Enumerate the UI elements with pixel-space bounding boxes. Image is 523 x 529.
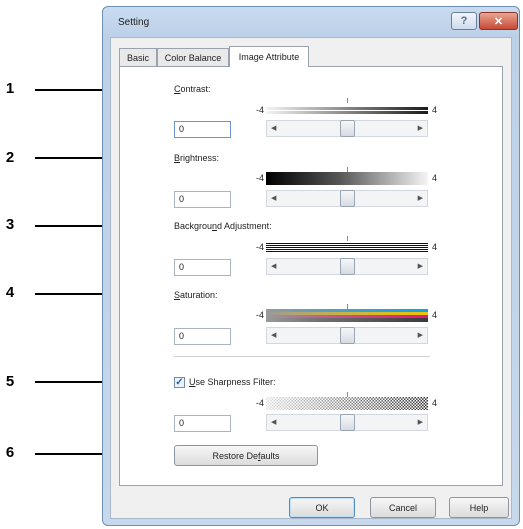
saturation-value-input[interactable]: 0 xyxy=(174,328,231,345)
contrast-min-label: -4 xyxy=(256,105,265,115)
background-min-label: -4 xyxy=(256,242,265,252)
slider-right-arrow-icon[interactable]: ▶ xyxy=(418,331,423,339)
background-adjustment-bar xyxy=(266,242,428,253)
background-slider-thumb[interactable] xyxy=(340,258,355,275)
ok-button[interactable]: OK xyxy=(289,497,355,518)
background-value-input[interactable]: 0 xyxy=(174,259,231,276)
slider-left-arrow-icon[interactable]: ◀ xyxy=(271,124,276,132)
brightness-value-input[interactable]: 0 xyxy=(174,191,231,208)
dialog-title: Setting xyxy=(118,17,150,28)
callout-6: 6 xyxy=(5,444,15,461)
cancel-button[interactable]: Cancel xyxy=(370,497,436,518)
brightness-max-label: 4 xyxy=(432,173,438,183)
brightness-label: Brightness: xyxy=(174,153,220,163)
close-icon: ✕ xyxy=(493,15,504,28)
callout-4: 4 xyxy=(5,284,15,301)
slider-left-arrow-icon[interactable]: ◀ xyxy=(271,418,276,426)
contrast-max-label: 4 xyxy=(432,105,438,115)
slider-left-arrow-icon[interactable]: ◀ xyxy=(271,331,276,339)
image-attribute-panel: Contrast: -4 4 0 ◀ ▶ Brightness: -4 4 0 … xyxy=(119,66,503,486)
tab-image-attribute[interactable]: Image Attribute xyxy=(229,46,309,67)
saturation-label: Saturation: xyxy=(174,290,218,300)
close-button[interactable]: ✕ xyxy=(479,12,518,30)
sharpness-slider[interactable]: ◀ ▶ xyxy=(266,414,428,431)
sharpness-pattern-bar xyxy=(266,397,428,410)
tab-color-balance[interactable]: Color Balance xyxy=(157,48,229,66)
use-sharpness-filter-checkbox[interactable]: ✓ xyxy=(174,377,185,388)
brightness-gradient-bar xyxy=(266,172,428,185)
sharpness-slider-thumb[interactable] xyxy=(340,414,355,431)
contrast-slider[interactable]: ◀ ▶ xyxy=(266,120,428,137)
slider-left-arrow-icon[interactable]: ◀ xyxy=(271,262,276,270)
slider-left-arrow-icon[interactable]: ◀ xyxy=(271,194,276,202)
slider-right-arrow-icon[interactable]: ▶ xyxy=(418,418,423,426)
sharpness-label: Use Sharpness Filter: xyxy=(189,377,276,387)
background-slider[interactable]: ◀ ▶ xyxy=(266,258,428,275)
brightness-min-label: -4 xyxy=(256,173,265,183)
contrast-label: Contrast: xyxy=(174,84,211,94)
contrast-slider-thumb[interactable] xyxy=(340,120,355,137)
slider-right-arrow-icon[interactable]: ▶ xyxy=(418,262,423,270)
section-divider xyxy=(174,356,430,357)
tab-basic[interactable]: Basic xyxy=(119,48,157,66)
callout-1: 1 xyxy=(5,80,15,97)
contrast-value-input[interactable]: 0 xyxy=(174,121,231,138)
title-help-button[interactable]: ? xyxy=(451,12,477,30)
saturation-max-label: 4 xyxy=(432,310,438,320)
contrast-gradient-bar xyxy=(266,104,428,117)
contrast-center-tick xyxy=(347,98,348,103)
saturation-slider[interactable]: ◀ ▶ xyxy=(266,327,428,344)
sharpness-min-label: -4 xyxy=(256,398,265,408)
background-center-tick xyxy=(347,236,348,241)
background-adjustment-label: Background Adjustment: xyxy=(174,221,272,231)
background-max-label: 4 xyxy=(432,242,438,252)
saturation-min-label: -4 xyxy=(256,310,265,320)
brightness-slider[interactable]: ◀ ▶ xyxy=(266,190,428,207)
help-button[interactable]: Help xyxy=(449,497,509,518)
sharpness-max-label: 4 xyxy=(432,398,438,408)
restore-defaults-button[interactable]: Restore De f aults xyxy=(174,445,318,466)
dialog-client-area: Basic Color Balance Image Attribute Cont… xyxy=(110,37,512,519)
slider-right-arrow-icon[interactable]: ▶ xyxy=(418,124,423,132)
callout-2: 2 xyxy=(5,149,15,166)
callout-3: 3 xyxy=(5,216,15,233)
brightness-slider-thumb[interactable] xyxy=(340,190,355,207)
setting-dialog: Setting ? ✕ Basic Color Balance Image At… xyxy=(102,6,520,526)
callout-5: 5 xyxy=(5,373,15,390)
saturation-color-bar xyxy=(266,309,428,322)
slider-right-arrow-icon[interactable]: ▶ xyxy=(418,194,423,202)
sharpness-value-input[interactable]: 0 xyxy=(174,415,231,432)
saturation-slider-thumb[interactable] xyxy=(340,327,355,344)
